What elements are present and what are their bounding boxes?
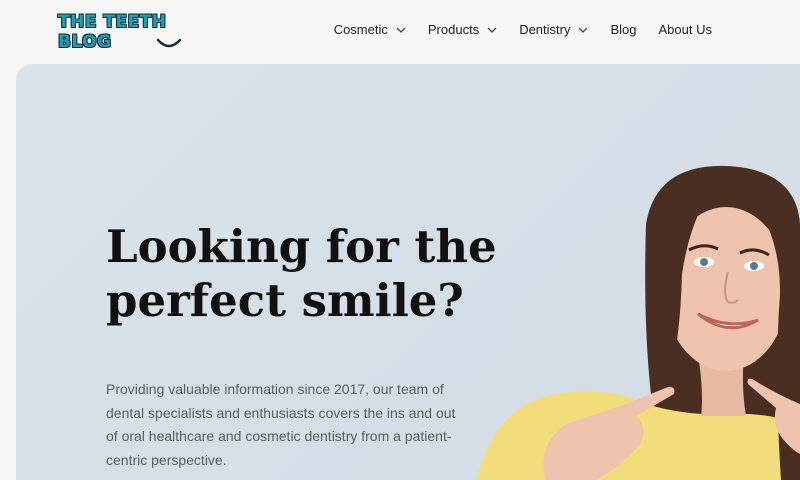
nav-item-products[interactable]: Products (428, 22, 497, 37)
chevron-down-icon (396, 27, 406, 33)
site-logo[interactable]: THE TEETH BLOG (58, 12, 208, 52)
nav-item-label: About Us (658, 22, 712, 37)
nav-item-label: Products (427, 22, 480, 37)
nav-item-about-us[interactable]: About Us (659, 22, 712, 37)
chevron-down-icon (487, 27, 497, 33)
nav-item-label: Dentistry (519, 22, 571, 37)
hero-description: Providing valuable information since 201… (106, 381, 456, 468)
hero-section: Looking for the perfect smile? Providing… (16, 64, 800, 480)
logo-text: THE TEETH BLOG (58, 12, 167, 52)
nav-item-label: Cosmetic (333, 22, 388, 37)
chevron-down-icon (579, 27, 588, 33)
nav-item-cosmetic[interactable]: Cosmetic (334, 22, 406, 37)
main-nav: Cosmetic Products Dentistry Blog About U… (334, 22, 712, 37)
nav-item-label: Blog (610, 22, 637, 37)
smile-icon (156, 38, 182, 48)
nav-item-dentistry[interactable]: Dentistry (519, 22, 588, 37)
nav-item-blog[interactable]: Blog (610, 22, 636, 37)
smiling-woman-photo (476, 165, 800, 480)
site-header: THE TEETH BLOG Cosmetic Products Dentist… (0, 0, 800, 64)
hero-headline-line-2: perfect smile? (106, 274, 464, 327)
